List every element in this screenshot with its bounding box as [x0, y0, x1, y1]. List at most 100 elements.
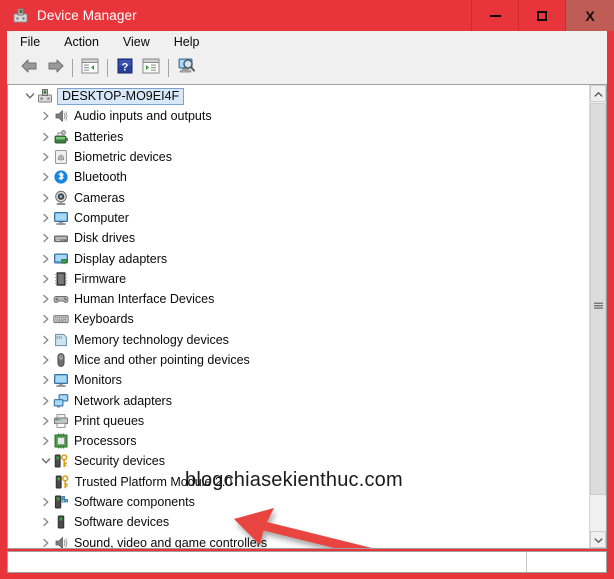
software-component-icon [53, 494, 69, 510]
tree-node-security-devices[interactable]: Security devices [8, 451, 588, 471]
status-bar [7, 551, 607, 573]
menu-item-help[interactable]: Help [174, 35, 200, 49]
tree-node-memory-technology-devices[interactable]: Memory technology devices [8, 330, 588, 350]
toolbar-separator [107, 59, 108, 77]
tree-node-keyboards[interactable]: Keyboards [8, 309, 588, 329]
tree-node-label: Human Interface Devices [74, 292, 215, 307]
tree-node-label: DESKTOP-MO9EI4F [57, 87, 185, 105]
scan-for-hardware-changes-button[interactable] [173, 56, 199, 80]
chevron-right-icon[interactable] [38, 231, 53, 246]
scrollbar-grip-icon [593, 296, 603, 309]
back-button[interactable] [16, 56, 42, 80]
tree-node-label: Software components [74, 495, 195, 510]
chevron-right-icon[interactable] [38, 515, 53, 530]
tree-node-trusted-platform-module[interactable]: Trusted Platform Module 2.0 [8, 472, 588, 492]
scroll-down-button[interactable] [590, 531, 606, 548]
maximize-button[interactable] [518, 0, 565, 31]
device-tree[interactable]: DESKTOP-MO9EI4F Audio inputs and outputs [8, 85, 588, 548]
scan-computer-icon [177, 57, 196, 79]
disk-drive-icon [53, 230, 69, 246]
tree-node-sound-video-and-game-controllers[interactable]: Sound, video and game controllers [8, 533, 588, 548]
fingerprint-icon [53, 149, 69, 165]
chevron-right-icon[interactable] [38, 109, 53, 124]
svg-text:?: ? [122, 61, 129, 73]
network-adapter-icon [53, 393, 69, 409]
chevron-right-icon[interactable] [38, 413, 53, 428]
processor-chip-icon [53, 433, 69, 449]
menu-item-file[interactable]: File [20, 35, 40, 49]
tree-node-monitors[interactable]: Monitors [8, 370, 588, 390]
minimize-button[interactable] [471, 0, 518, 31]
tree-node-label: Security devices [74, 454, 166, 469]
vertical-scrollbar[interactable] [589, 85, 606, 548]
chevron-right-icon[interactable] [38, 210, 53, 225]
scrollbar-thumb[interactable] [590, 103, 606, 495]
chevron-down-icon[interactable] [38, 454, 53, 469]
question-mark-icon: ? [117, 58, 133, 79]
chevron-right-icon[interactable] [38, 251, 53, 266]
close-button[interactable]: X [565, 0, 614, 31]
software-device-icon [53, 514, 69, 530]
chevron-right-icon[interactable] [38, 434, 53, 449]
help-button[interactable]: ? [112, 56, 138, 80]
chevron-right-icon[interactable] [38, 332, 53, 347]
back-arrow-icon [20, 58, 39, 79]
tree-node-label: Bluetooth [74, 170, 127, 185]
chevron-right-icon[interactable] [38, 271, 53, 286]
tree-node-processors[interactable]: Processors [8, 431, 588, 451]
tree-node-disk-drives[interactable]: Disk drives [8, 228, 588, 248]
console-tree-icon [81, 58, 99, 79]
chevron-right-icon[interactable] [38, 190, 53, 205]
status-bar-main [8, 552, 527, 572]
tree-node-software-devices[interactable]: Software devices [8, 512, 588, 532]
device-tree-panel: DESKTOP-MO9EI4F Audio inputs and outputs [7, 84, 607, 549]
tree-node-software-components[interactable]: Software components [8, 492, 588, 512]
menu-item-view[interactable]: View [123, 35, 150, 49]
show-hide-console-tree-button[interactable] [77, 56, 103, 80]
properties-button[interactable] [138, 56, 164, 80]
tree-node-label: Batteries [74, 129, 124, 144]
tree-node-computer[interactable]: Computer [8, 208, 588, 228]
tree-node-label: Display adapters [74, 251, 168, 266]
tree-node-label: Audio inputs and outputs [74, 109, 212, 124]
tree-node-biometric-devices[interactable]: Biometric devices [8, 147, 588, 167]
security-key-icon [54, 474, 70, 490]
chevron-right-icon[interactable] [38, 393, 53, 408]
properties-window-icon [142, 58, 160, 79]
tree-node-root[interactable]: DESKTOP-MO9EI4F [8, 86, 588, 106]
tree-node-mice-and-other-pointing-devices[interactable]: Mice and other pointing devices [8, 350, 588, 370]
tree-node-print-queues[interactable]: Print queues [8, 411, 588, 431]
chevron-right-icon[interactable] [38, 170, 53, 185]
chevron-right-icon[interactable] [38, 150, 53, 165]
caption-buttons: X [471, 0, 614, 31]
toolbar-separator [168, 59, 169, 77]
chevron-up-icon [594, 85, 603, 103]
chevron-right-icon[interactable] [38, 373, 53, 388]
chevron-down-icon[interactable] [22, 89, 37, 104]
tree-node-label: Software devices [74, 515, 170, 530]
title-bar-left: Device Manager [13, 0, 137, 31]
tree-node-batteries[interactable]: Batteries [8, 127, 588, 147]
tree-node-network-adapters[interactable]: Network adapters [8, 390, 588, 410]
device-manager-window: Device Manager X File Action View Help ?… [0, 0, 614, 579]
forward-button[interactable] [42, 56, 68, 80]
tree-node-display-adapters[interactable]: Display adapters [8, 248, 588, 268]
tree-node-audio-inputs-and-outputs[interactable]: Audio inputs and outputs [8, 106, 588, 126]
chevron-right-icon[interactable] [38, 353, 53, 368]
tree-node-label: Disk drives [74, 231, 136, 246]
chevron-right-icon[interactable] [38, 129, 53, 144]
chevron-right-icon[interactable] [38, 535, 53, 548]
chevron-right-icon[interactable] [38, 312, 53, 327]
chevron-right-icon[interactable] [38, 495, 53, 510]
chevron-right-icon[interactable] [38, 292, 53, 307]
tree-node-human-interface-devices[interactable]: Human Interface Devices [8, 289, 588, 309]
tree-node-bluetooth[interactable]: Bluetooth [8, 167, 588, 187]
tree-node-label: Trusted Platform Module 2.0 [75, 474, 233, 489]
tree-node-firmware[interactable]: Firmware [8, 269, 588, 289]
memory-card-icon [53, 332, 69, 348]
tree-node-label: Mice and other pointing devices [74, 353, 250, 367]
menu-item-action[interactable]: Action [64, 35, 99, 49]
scroll-up-button[interactable] [590, 85, 606, 102]
tree-node-cameras[interactable]: Cameras [8, 187, 588, 207]
camera-icon [53, 190, 69, 206]
